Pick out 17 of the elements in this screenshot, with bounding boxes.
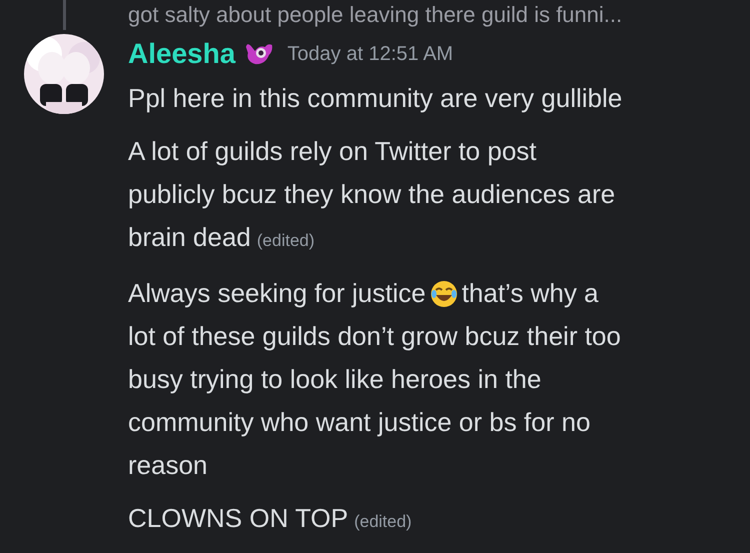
message-text: got salty about people leaving there guild is funni... xyxy=(128,1,622,29)
edited-label: (edited) xyxy=(256,230,315,252)
message-text: publicly bcuz they know the audiences are xyxy=(128,178,616,211)
laughing-emoji-icon xyxy=(430,280,458,308)
message-text: busy trying to look like heroes in the xyxy=(128,363,542,396)
message-text: A lot of guilds rely on Twitter to post xyxy=(128,135,537,168)
message-text: community who want justice or bs for no xyxy=(128,406,590,439)
edited-label: (edited) xyxy=(354,511,412,533)
message-text: lot of these guilds don’t grow bcuz their too xyxy=(128,320,621,353)
message-text: brain dead xyxy=(128,221,251,254)
message-text: reason xyxy=(128,449,208,482)
username[interactable]: Aleesha xyxy=(128,33,236,75)
message-text: that’s why a xyxy=(462,277,599,310)
message-text: Always seeking for justice xyxy=(128,277,426,310)
message-text: CLOWNS ON TOP xyxy=(128,502,348,535)
timestamp: Today at 12:51 AM xyxy=(287,42,454,67)
message-text: Ppl here in this community are very gullible xyxy=(128,82,622,115)
